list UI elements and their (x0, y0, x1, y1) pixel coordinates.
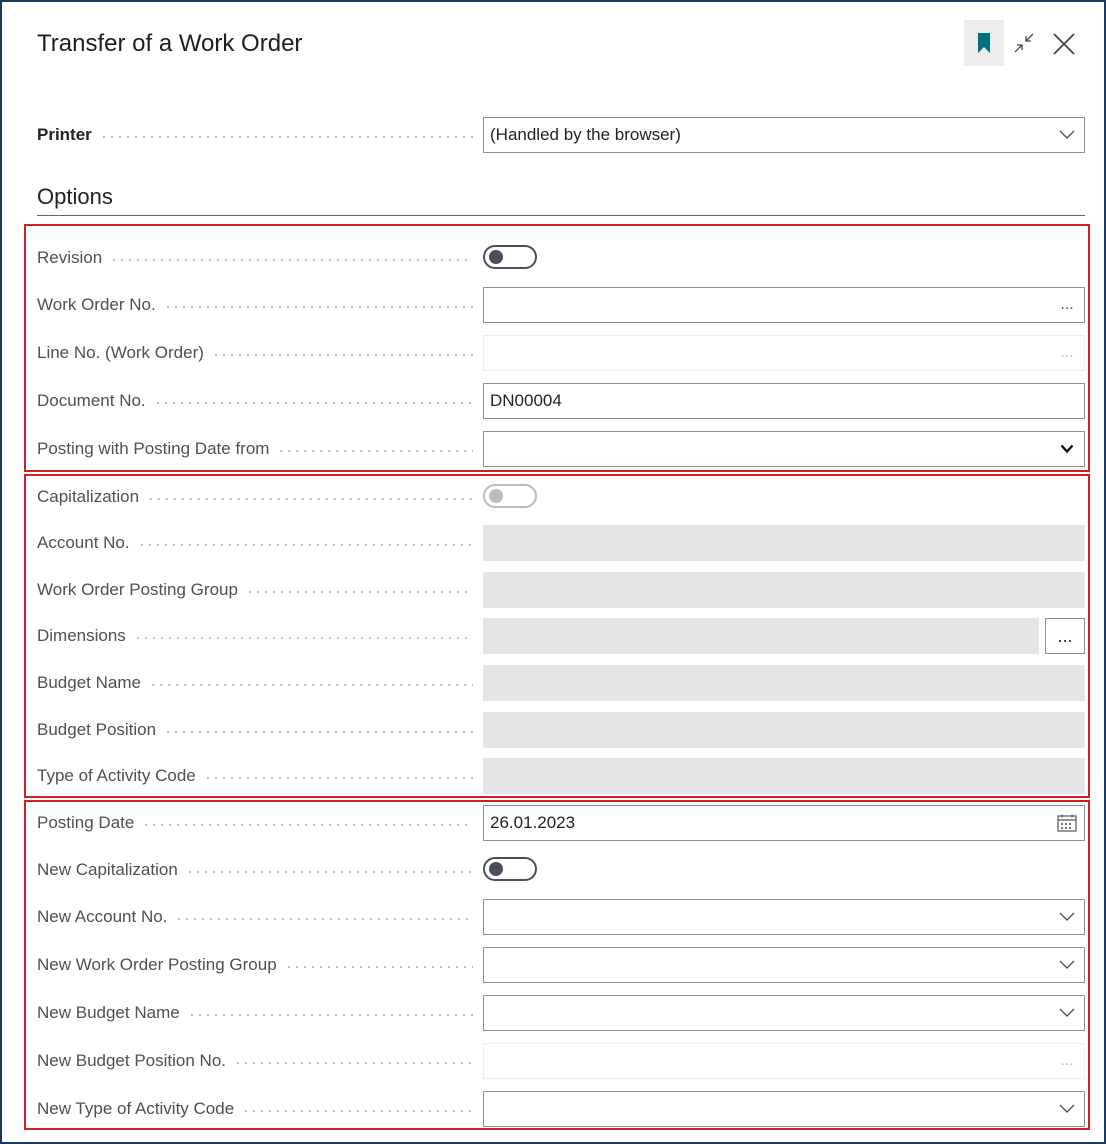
account-no-row: Account No. (37, 525, 1085, 561)
wo-posting-group-label: Work Order Posting Group (37, 580, 238, 599)
revision-label: Revision (37, 248, 103, 267)
options-section-title: Options (37, 184, 113, 209)
new-budget-name-label: New Budget Name (37, 1003, 180, 1022)
account-no-field (483, 525, 1085, 561)
options-divider (37, 215, 1085, 216)
new-budget-position-label: New Budget Position No. (37, 1051, 226, 1070)
budget-name-label: Budget Name (37, 673, 141, 692)
dimensions-field (483, 618, 1039, 654)
new-wo-posting-group-select[interactable] (483, 947, 1085, 983)
calendar-icon[interactable] (1050, 814, 1084, 832)
dimensions-row: Dimensions ... (37, 618, 1085, 654)
new-capitalization-row: New Capitalization (37, 852, 1085, 888)
collapse-icon (1014, 33, 1034, 53)
budget-name-field (483, 665, 1085, 701)
document-no-value: DN00004 (490, 391, 562, 410)
chevron-down-icon (1050, 130, 1084, 140)
posting-date-from-select[interactable] (483, 431, 1085, 467)
revision-toggle[interactable] (483, 245, 537, 269)
new-budget-position-input: ... (483, 1043, 1085, 1079)
activity-code-label: Type of Activity Code (37, 766, 196, 785)
new-capitalization-label: New Capitalization (37, 860, 178, 879)
new-wo-posting-group-row: New Work Order Posting Group (37, 947, 1085, 983)
new-budget-position-row: New Budget Position No. ... (37, 1043, 1085, 1079)
printer-label: Printer (37, 125, 92, 144)
new-account-no-label: New Account No. (37, 907, 168, 926)
bookmark-button[interactable] (964, 20, 1004, 66)
new-wo-posting-group-label: New Work Order Posting Group (37, 955, 277, 974)
activity-code-row: Type of Activity Code (37, 758, 1085, 794)
capitalization-row: Capitalization (37, 479, 1085, 515)
close-button[interactable] (1048, 28, 1080, 60)
chevron-down-icon (1050, 1104, 1084, 1114)
posting-date-row: Posting Date 26.01.2023 (37, 805, 1085, 841)
document-no-label: Document No. (37, 391, 146, 410)
new-activity-code-select[interactable] (483, 1091, 1085, 1127)
activity-code-field (483, 758, 1085, 794)
chevron-down-icon (1050, 912, 1084, 922)
document-no-row: Document No. DN00004 (37, 383, 1085, 419)
work-order-no-row: Work Order No. ... (37, 287, 1085, 323)
chevron-down-icon (1050, 960, 1084, 970)
document-no-input[interactable]: DN00004 (483, 383, 1085, 419)
new-budget-position-lookup: ... (1060, 1052, 1074, 1069)
line-no-lookup: ... (1060, 344, 1074, 361)
close-icon (1053, 33, 1075, 55)
budget-position-label: Budget Position (37, 720, 157, 739)
new-capitalization-toggle[interactable] (483, 857, 537, 881)
budget-name-row: Budget Name (37, 665, 1085, 701)
printer-row: Printer (Handled by the browser) (37, 117, 1085, 153)
new-account-no-row: New Account No. (37, 899, 1085, 935)
chevron-down-icon (1050, 444, 1084, 454)
capitalization-toggle (483, 484, 537, 508)
capitalization-label: Capitalization (37, 487, 140, 506)
posting-date-from-row: Posting with Posting Date from (37, 431, 1085, 467)
new-activity-code-label: New Type of Activity Code (37, 1099, 235, 1118)
printer-value: (Handled by the browser) (490, 125, 681, 144)
budget-position-row: Budget Position (37, 712, 1085, 748)
bookmark-icon (978, 33, 990, 53)
new-budget-name-row: New Budget Name (37, 995, 1085, 1031)
wo-posting-group-row: Work Order Posting Group (37, 572, 1085, 608)
budget-position-field (483, 712, 1085, 748)
printer-select[interactable]: (Handled by the browser) (483, 117, 1085, 153)
posting-date-input[interactable]: 26.01.2023 (483, 805, 1085, 841)
line-no-row: Line No. (Work Order) ... (37, 335, 1085, 371)
new-activity-code-row: New Type of Activity Code (37, 1091, 1085, 1127)
work-order-no-lookup[interactable]: ... (1050, 296, 1084, 314)
account-no-label: Account No. (37, 533, 130, 552)
work-order-no-input[interactable]: ... (483, 287, 1085, 323)
dialog-frame: Transfer of a Work Order Printer (Handle… (0, 0, 1106, 1144)
dialog-title: Transfer of a Work Order (37, 30, 303, 57)
work-order-no-label: Work Order No. (37, 295, 156, 314)
new-budget-name-select[interactable] (483, 995, 1085, 1031)
line-no-input: ... (483, 335, 1085, 371)
chevron-down-icon (1050, 1008, 1084, 1018)
revision-row: Revision (37, 240, 1085, 276)
posting-date-value: 26.01.2023 (490, 813, 576, 832)
wo-posting-group-field (483, 572, 1085, 608)
dimensions-label: Dimensions (37, 626, 126, 645)
collapse-button[interactable] (1010, 28, 1038, 58)
new-account-no-select[interactable] (483, 899, 1085, 935)
posting-date-from-label: Posting with Posting Date from (37, 439, 270, 458)
dimensions-lookup-button[interactable]: ... (1045, 618, 1085, 654)
posting-date-label: Posting Date (37, 813, 135, 832)
line-no-label: Line No. (Work Order) (37, 343, 204, 362)
